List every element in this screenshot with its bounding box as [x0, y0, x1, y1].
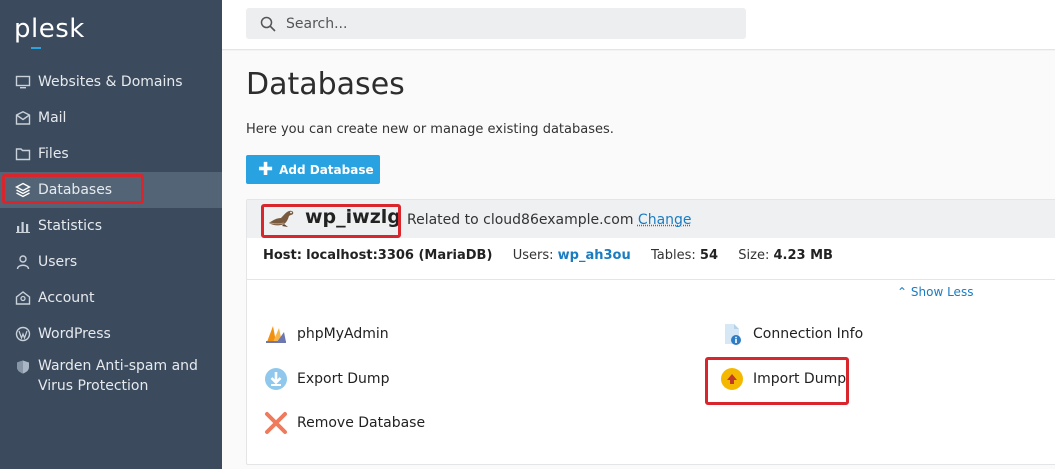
users-link[interactable]: wp_ah3ou: [558, 248, 631, 263]
logo-text: plesk: [14, 14, 85, 44]
sidebar-item-label: Mail: [38, 110, 67, 126]
sidebar-item-label: Account: [38, 290, 95, 306]
page-description: Here you can create new or manage existi…: [246, 122, 614, 137]
phpmyadmin-action[interactable]: phpMyAdmin: [263, 321, 389, 347]
top-bar: [222, 0, 1055, 50]
users-label: Users:: [512, 248, 554, 263]
main-content: Databases Here you can create new or man…: [222, 51, 1055, 469]
monitor-icon: [14, 73, 32, 91]
add-database-button[interactable]: ✚ Add Database: [246, 155, 380, 184]
database-card: wp_iwzlg Related to cloud86example.com C…: [246, 199, 1055, 465]
sidebar-item-statistics[interactable]: Statistics: [0, 208, 222, 244]
sidebar-item-label: Warden Anti-spam and Virus Protection: [38, 356, 198, 396]
account-icon: [14, 289, 32, 307]
related-text: Related to cloud86example.com: [407, 212, 634, 228]
change-link[interactable]: Change: [638, 212, 692, 228]
remove-icon: [263, 410, 289, 436]
show-less-label: Show Less: [910, 285, 974, 299]
export-dump-label: Export Dump: [297, 371, 390, 387]
plus-icon: ✚: [258, 158, 274, 180]
sidebar-item-label: Statistics: [38, 218, 102, 234]
sidebar-item-wordpress[interactable]: WordPress: [0, 316, 222, 352]
sidebar-item-files[interactable]: Files: [0, 136, 222, 172]
sidebar-item-label: Websites & Domains: [38, 74, 183, 90]
database-header: wp_iwzlg Related to cloud86example.com C…: [247, 200, 1055, 238]
remove-database-action[interactable]: Remove Database: [263, 410, 425, 436]
related-domain: Related to cloud86example.com Change: [407, 212, 692, 228]
connection-info-action[interactable]: Connection Info: [719, 321, 863, 347]
search-box[interactable]: [246, 8, 746, 39]
phpmyadmin-icon: [263, 321, 289, 347]
page-title: Databases: [246, 67, 405, 102]
size-label: Size:: [738, 248, 770, 263]
divider: [247, 279, 1055, 280]
wordpress-icon: [14, 325, 32, 343]
connection-info-icon: [719, 321, 745, 347]
database-info: Host: localhost:3306 (MariaDB) Users: wp…: [263, 248, 833, 263]
search-icon: [260, 16, 276, 32]
user-icon: [14, 253, 32, 271]
shield-icon: [14, 358, 32, 376]
highlight-box-databases: [2, 174, 144, 204]
highlight-box-import-dump: [705, 357, 849, 405]
sidebar-item-websites-domains[interactable]: Websites & Domains: [0, 64, 222, 100]
sidebar-item-mail[interactable]: Mail: [0, 100, 222, 136]
host-label: Host:: [263, 248, 302, 263]
tables-value: 54: [699, 248, 719, 263]
sidebar: plesk Websites & Domains Mail Files Data…: [0, 0, 222, 469]
sidebar-item-account[interactable]: Account: [0, 280, 222, 316]
sidebar-item-warden[interactable]: Warden Anti-spam and Virus Protection: [0, 352, 222, 398]
show-less-link[interactable]: ⌃ Show Less: [897, 285, 973, 299]
sidebar-item-users[interactable]: Users: [0, 244, 222, 280]
sidebar-item-label: WordPress: [38, 326, 111, 342]
plesk-logo[interactable]: plesk: [14, 14, 85, 49]
connection-info-label: Connection Info: [753, 326, 864, 342]
bar-chart-icon: [14, 217, 32, 235]
size-value: 4.23 MB: [773, 248, 833, 263]
remove-database-label: Remove Database: [297, 415, 426, 431]
export-dump-action[interactable]: Export Dump: [263, 366, 389, 392]
chevron-up-icon: ⌃: [897, 285, 908, 299]
search-input[interactable]: [286, 15, 726, 32]
host-value: localhost:3306 (MariaDB): [306, 248, 493, 263]
sidebar-nav: Websites & Domains Mail Files Databases …: [0, 64, 222, 398]
sidebar-item-label: Users: [38, 254, 78, 270]
sidebar-item-label-line2: Virus Protection: [38, 378, 149, 394]
download-icon: [263, 366, 289, 392]
sidebar-item-label-line1: Warden Anti-spam and: [38, 358, 198, 374]
sidebar-item-label: Files: [38, 146, 69, 162]
logo-accent: [31, 47, 41, 49]
tables-label: Tables:: [651, 248, 696, 263]
add-database-label: Add Database: [279, 162, 374, 177]
highlight-box-database-name: [261, 204, 401, 238]
envelope-icon: [14, 109, 32, 127]
folder-icon: [14, 145, 32, 163]
phpmyadmin-label: phpMyAdmin: [297, 326, 389, 342]
